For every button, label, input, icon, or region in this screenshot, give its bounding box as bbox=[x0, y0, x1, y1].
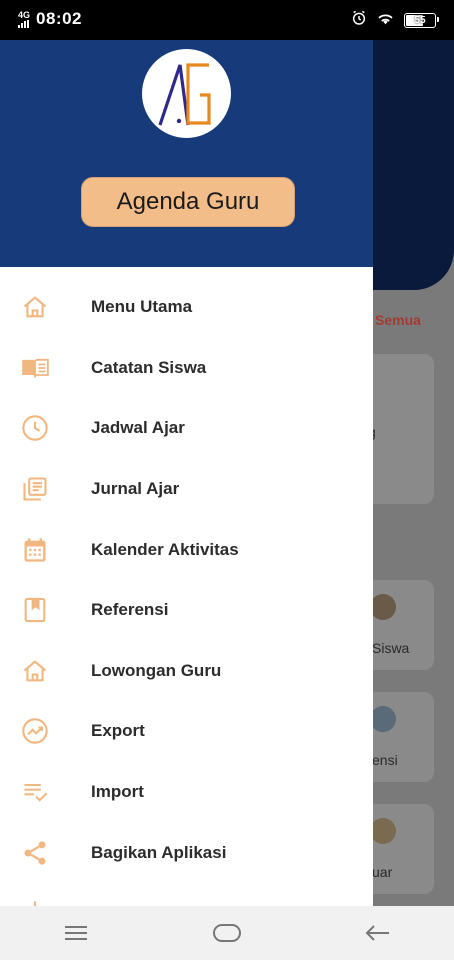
menu-item-jurnal-ajar[interactable]: Jurnal Ajar bbox=[0, 459, 373, 520]
document-illustration-icon bbox=[370, 818, 396, 844]
background-card-text: ensi bbox=[372, 752, 398, 768]
menu-item-label: Catatan Siswa bbox=[91, 357, 207, 377]
app-logo bbox=[142, 49, 231, 138]
menu-item-jadwal-ajar[interactable]: Jadwal Ajar bbox=[0, 398, 373, 459]
bookmark-book-icon bbox=[21, 596, 49, 624]
status-left: 4G 08:02 bbox=[18, 9, 82, 29]
export-chart-icon bbox=[21, 717, 49, 745]
menu-item-label: Referensi bbox=[91, 600, 169, 620]
book-open-icon bbox=[21, 354, 49, 382]
student-illustration-icon bbox=[370, 594, 396, 620]
alarm-icon bbox=[351, 10, 367, 31]
menu-icon[interactable] bbox=[46, 913, 106, 953]
menu-item-referensi[interactable]: Referensi bbox=[0, 580, 373, 641]
network-type: 4G bbox=[18, 9, 31, 20]
attendance-illustration-icon bbox=[370, 706, 396, 732]
home-button-icon[interactable] bbox=[197, 913, 257, 953]
menu-item-label: Export bbox=[91, 721, 145, 741]
clock-icon bbox=[21, 414, 49, 442]
battery-level: 55 bbox=[414, 15, 426, 26]
menu-item-bagikan-aplikasi[interactable]: Bagikan Aplikasi bbox=[0, 822, 373, 883]
back-icon[interactable] bbox=[348, 913, 408, 953]
wifi-icon bbox=[377, 11, 394, 30]
status-bar: 4G 08:02 55 bbox=[0, 0, 454, 40]
menu-item-label: Lowongan Guru bbox=[91, 660, 222, 680]
playlist-check-icon bbox=[21, 778, 49, 806]
menu-item-import[interactable]: Import bbox=[0, 762, 373, 823]
menu-item-label: Menu Utama bbox=[91, 297, 193, 317]
menu-item-catatan-siswa[interactable]: Catatan Siswa bbox=[0, 338, 373, 399]
home-icon bbox=[21, 657, 49, 685]
battery-icon: 55 bbox=[404, 13, 439, 28]
menu-item-label: Jurnal Ajar bbox=[91, 479, 180, 499]
library-books-icon bbox=[21, 475, 49, 503]
navigation-drawer: Agenda Guru Menu Utama Catatan Siswa Jad… bbox=[0, 40, 373, 906]
background-card-text: Siswa bbox=[372, 640, 410, 656]
menu-item-export[interactable]: Export bbox=[0, 701, 373, 762]
home-icon bbox=[21, 293, 49, 321]
system-navigation-bar bbox=[0, 906, 454, 960]
menu-item-lowongan-guru[interactable]: Lowongan Guru bbox=[0, 641, 373, 702]
status-right: 55 bbox=[351, 10, 439, 31]
menu-item-partial[interactable] bbox=[0, 883, 373, 906]
menu-item-kalender-aktivitas[interactable]: Kalender Aktivitas bbox=[0, 519, 373, 580]
drawer-header: Agenda Guru bbox=[0, 40, 373, 267]
menu-item-label: Import bbox=[91, 782, 144, 802]
clock-time: 08:02 bbox=[36, 9, 82, 28]
menu-item-label: Jadwal Ajar bbox=[91, 418, 185, 438]
menu-item-label: Kalender Aktivitas bbox=[91, 539, 239, 559]
signal-icon: 4G bbox=[18, 9, 31, 28]
settings-icon bbox=[21, 899, 49, 906]
menu-item-menu-utama[interactable]: Menu Utama bbox=[0, 277, 373, 338]
calendar-icon bbox=[21, 536, 49, 564]
share-icon bbox=[21, 839, 49, 867]
menu-item-label: Bagikan Aplikasi bbox=[91, 842, 227, 862]
background-card-text: uar bbox=[372, 864, 393, 880]
background-see-all-link: Semua bbox=[375, 312, 421, 328]
drawer-menu: Menu Utama Catatan Siswa Jadwal Ajar Jur… bbox=[0, 277, 373, 906]
app-title-button[interactable]: Agenda Guru bbox=[81, 177, 295, 227]
